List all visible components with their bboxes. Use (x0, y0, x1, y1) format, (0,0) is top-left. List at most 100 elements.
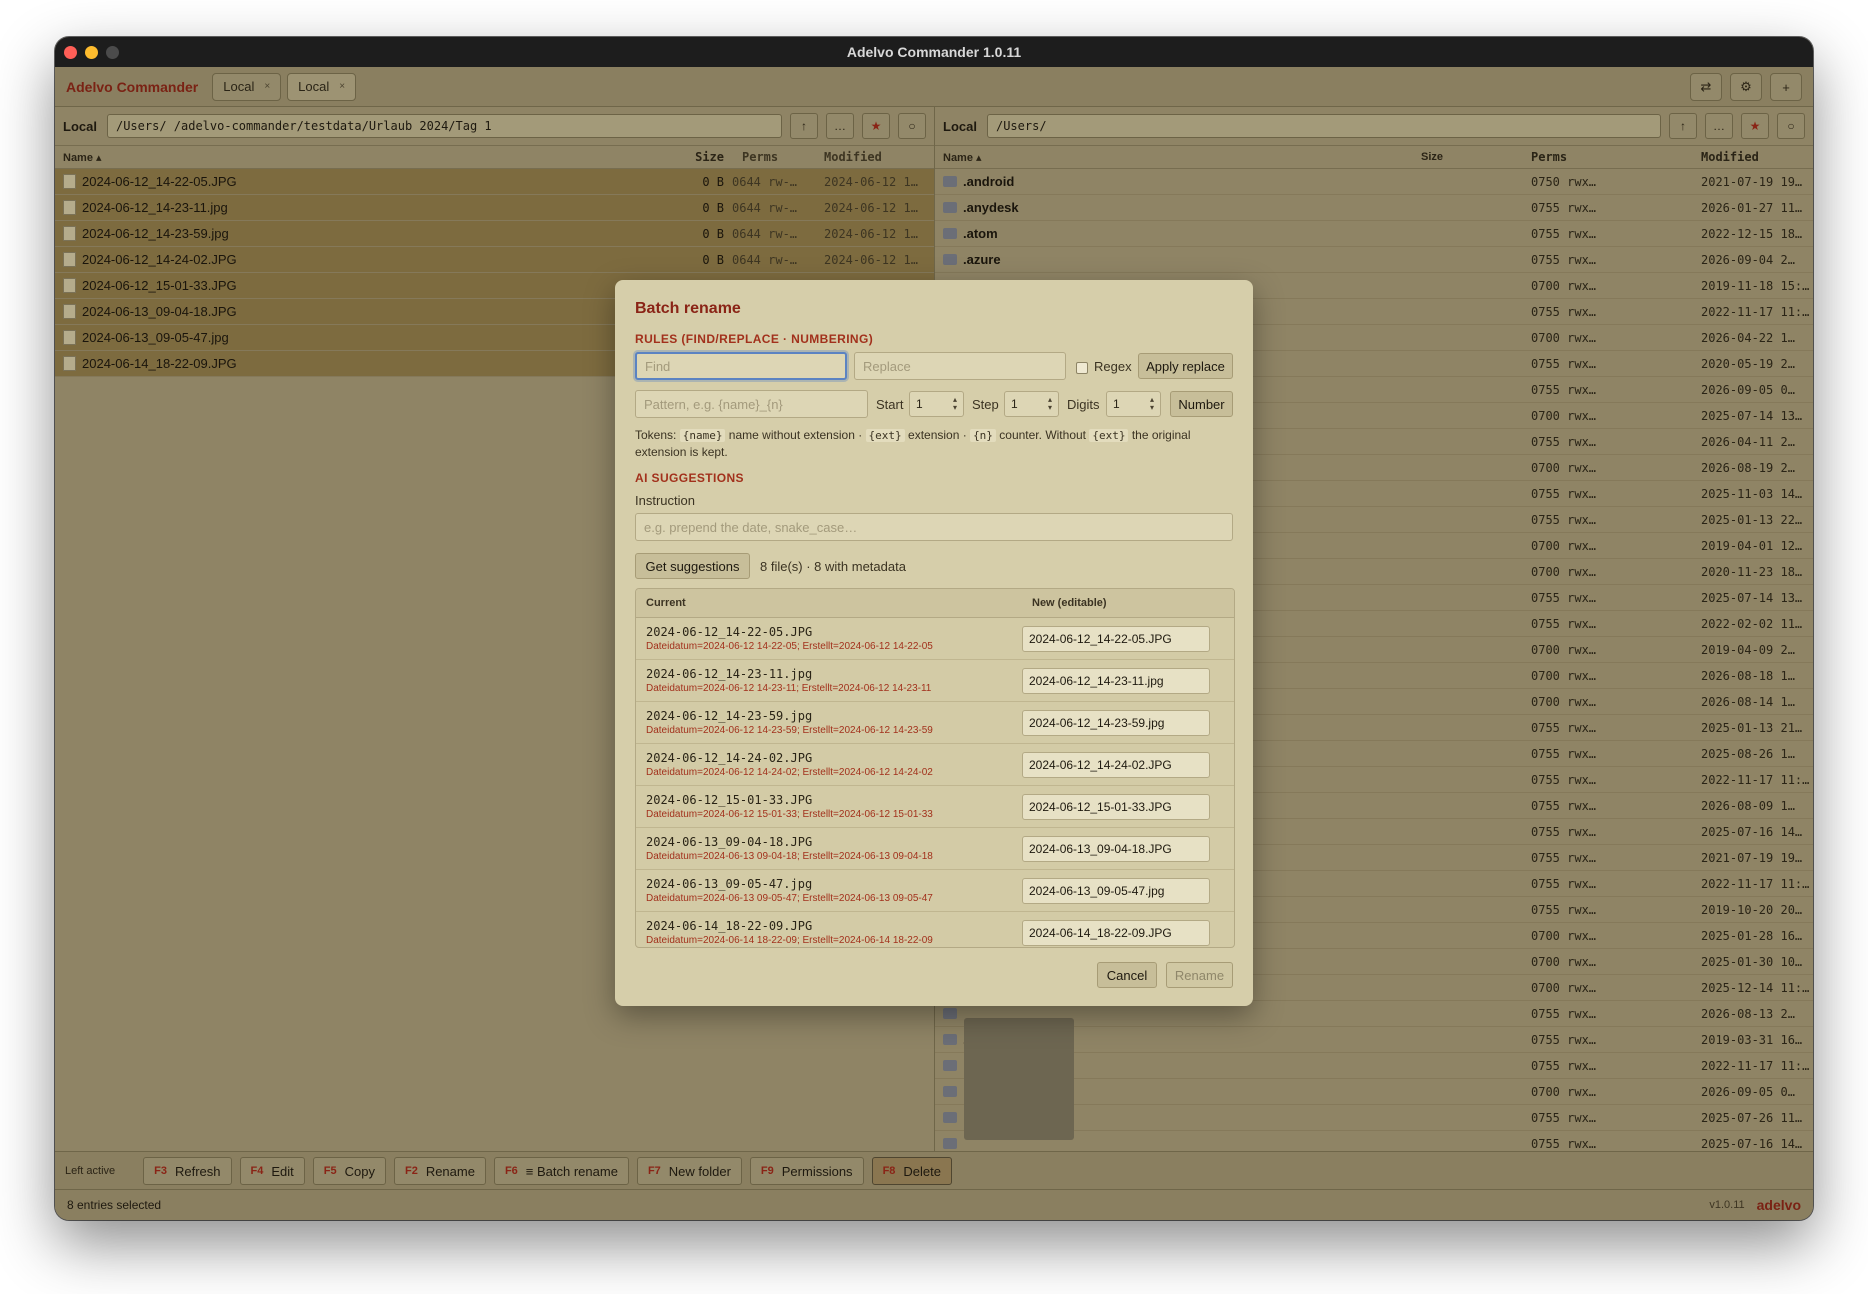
find-input[interactable] (635, 352, 847, 380)
new-name-input[interactable] (1022, 793, 1210, 820)
col-size[interactable]: Size (1421, 151, 1511, 163)
col-name[interactable]: Name ▴ (935, 151, 1421, 164)
token-desc: counter. Without (999, 428, 1086, 442)
folder-icon (943, 254, 957, 265)
parent-dir-button[interactable]: ↑ (790, 113, 818, 139)
digits-value: 1 (1113, 397, 1120, 411)
regex-checkbox[interactable] (1076, 362, 1088, 374)
table-row[interactable]: .atom 0755 rwx… 2022-12-15 18… (935, 221, 1813, 247)
replace-input[interactable] (854, 352, 1066, 380)
folder-name: .android (963, 174, 1015, 189)
folder-modified: 2022-11-17 11:… (1701, 876, 1810, 891)
fkey-button-f8[interactable]: F8 Delete (871, 1157, 952, 1185)
col-perms[interactable]: Perms (1511, 150, 1701, 164)
new-tab-button[interactable]: + (1770, 73, 1802, 101)
instruction-input[interactable] (635, 513, 1233, 541)
col-perms[interactable]: Perms (732, 150, 824, 164)
close-tab-icon[interactable]: × (264, 81, 270, 92)
file-perms: 0644 rw-… (732, 200, 798, 215)
swap-panels-button[interactable]: ⇄ (1690, 73, 1722, 101)
number-button[interactable]: Number (1170, 391, 1233, 417)
table-row[interactable]: 2024-06-12_14-24-02.JPG 0 B 0644 rw-… 2024-… (55, 247, 934, 273)
table-row[interactable]: .azure 0755 rwx… 2026-09-04 2… (935, 247, 1813, 273)
fkey-button-f9[interactable]: F9 Permissions (749, 1157, 864, 1185)
fkey-label: Delete (903, 1163, 941, 1179)
file-name: 2024-06-13_09-05-47.jpg (82, 330, 229, 345)
fkey-button-f2[interactable]: F2 Rename (393, 1157, 486, 1185)
table-row[interactable]: 2024-06-12_14-23-59.jpg 0 B 0644 rw-… 2024-… (55, 221, 934, 247)
file-name-cell: 2024-06-12_14-23-59.jpg (55, 226, 640, 241)
rename-row: 2024-06-12_14-24-02.JPG Dateidatum=2024-0… (636, 744, 1234, 786)
fkey-button-f3[interactable]: F3 Refresh (143, 1157, 232, 1185)
tab-local-2[interactable]: Local × (287, 72, 357, 101)
digits-label: Digits (1067, 397, 1100, 412)
new-name-input[interactable] (1022, 877, 1210, 904)
bookmark-button[interactable]: ★ (862, 113, 890, 139)
close-window-button[interactable] (64, 46, 77, 59)
folder-modified: 2019-04-01 12… (1701, 538, 1803, 553)
col-name[interactable]: Name ▴ (55, 151, 640, 164)
token-ext: {ext} (865, 429, 905, 442)
new-name-input[interactable] (1022, 709, 1210, 736)
new-name-input[interactable] (1022, 751, 1210, 778)
settings-button[interactable]: ⚙ (1730, 73, 1762, 101)
step-stepper[interactable]: 1 ▴ ▾ (1004, 391, 1059, 417)
apply-replace-button[interactable]: Apply replace (1138, 353, 1233, 379)
start-stepper[interactable]: 1 ▴ ▾ (909, 391, 964, 417)
token-desc: extension · (908, 428, 967, 442)
folder-modified: 2026-01-27 11… (1701, 200, 1803, 215)
fkey-button-f4[interactable]: F4 Edit (239, 1157, 305, 1185)
folder-icon (943, 1138, 957, 1149)
right-path-input[interactable]: /Users/ (986, 114, 1661, 138)
fkey-button-f7[interactable]: F7 New folder (636, 1157, 742, 1185)
cancel-button[interactable]: Cancel (1097, 962, 1157, 988)
new-name-input[interactable] (1022, 835, 1210, 862)
parent-dir-button[interactable]: ↑ (1669, 113, 1697, 139)
table-row[interactable]: 2024-06-12_14-23-11.jpg 0 B 0644 rw-… 2024-… (55, 195, 934, 221)
token-ext: {ext} (1089, 429, 1129, 442)
maximize-window-button[interactable] (106, 46, 119, 59)
bookmark-button[interactable]: ★ (1741, 113, 1769, 139)
arrow-up-icon: ↑ (1680, 119, 1686, 133)
stepper-arrows-icon[interactable]: ▴ ▾ (1048, 396, 1052, 412)
file-name-cell: 2024-06-13_09-04-18.JPG (55, 304, 640, 319)
history-button[interactable]: ○ (898, 113, 926, 139)
left-path-bar: Local /Users/ /adelvo-commander/testdata… (55, 107, 934, 146)
folder-modified: 2022-11-17 11:… (1701, 304, 1810, 319)
current-filename: 2024-06-13_09-05-47.jpg (646, 877, 813, 891)
window-title: Adelvo Commander 1.0.11 (846, 44, 1022, 60)
fkey-label: Copy (344, 1163, 375, 1179)
stepper-arrows-icon[interactable]: ▴ ▾ (1150, 396, 1154, 412)
current-cell: 2024-06-12_15-01-33.JPG Dateidatum=2024-0… (636, 793, 1022, 820)
new-name-input[interactable] (1022, 667, 1210, 694)
folder-name-cell: .android (935, 174, 1421, 189)
minimize-window-button[interactable] (85, 46, 98, 59)
col-current: Current (646, 597, 686, 609)
close-tab-icon[interactable]: × (339, 81, 345, 92)
folder-modified: 2026-09-04 2… (1701, 252, 1795, 267)
fkey-button-f5[interactable]: F5 Copy (312, 1157, 386, 1185)
get-suggestions-button[interactable]: Get suggestions (635, 553, 750, 579)
col-modified[interactable]: Modified (1701, 150, 1813, 164)
col-size[interactable]: Size (640, 150, 732, 164)
table-row[interactable]: .android 0750 rwx… 2021-07-19 19… (935, 169, 1813, 195)
folder-modified: 2025-07-16 14… (1701, 1136, 1803, 1151)
table-row[interactable]: .anydesk 0755 rwx… 2026-01-27 11… (935, 195, 1813, 221)
stepper-arrows-icon[interactable]: ▴ ▾ (953, 396, 957, 412)
pattern-input[interactable] (635, 390, 868, 418)
digits-stepper[interactable]: 1 ▴ ▾ (1106, 391, 1161, 417)
new-name-input[interactable] (1022, 919, 1210, 946)
fkey-button-f6[interactable]: F6 ≡ Batch rename (493, 1157, 629, 1185)
left-path-input[interactable]: /Users/ /adelvo-commander/testdata/Urlau… (106, 114, 782, 138)
history-button[interactable]: ○ (1777, 113, 1805, 139)
tab-local-1[interactable]: Local × (212, 72, 282, 101)
token-name: {name} (679, 429, 726, 442)
new-name-input[interactable] (1022, 625, 1210, 652)
file-size: 0 B (702, 226, 724, 241)
browse-button[interactable]: … (1705, 113, 1733, 139)
rename-button[interactable]: Rename (1166, 962, 1233, 988)
gear-icon: ⚙ (1740, 79, 1752, 94)
table-row[interactable]: 2024-06-12_14-22-05.JPG 0 B 0644 rw-… 2024-… (55, 169, 934, 195)
browse-button[interactable]: … (826, 113, 854, 139)
col-modified[interactable]: Modified (824, 150, 934, 164)
